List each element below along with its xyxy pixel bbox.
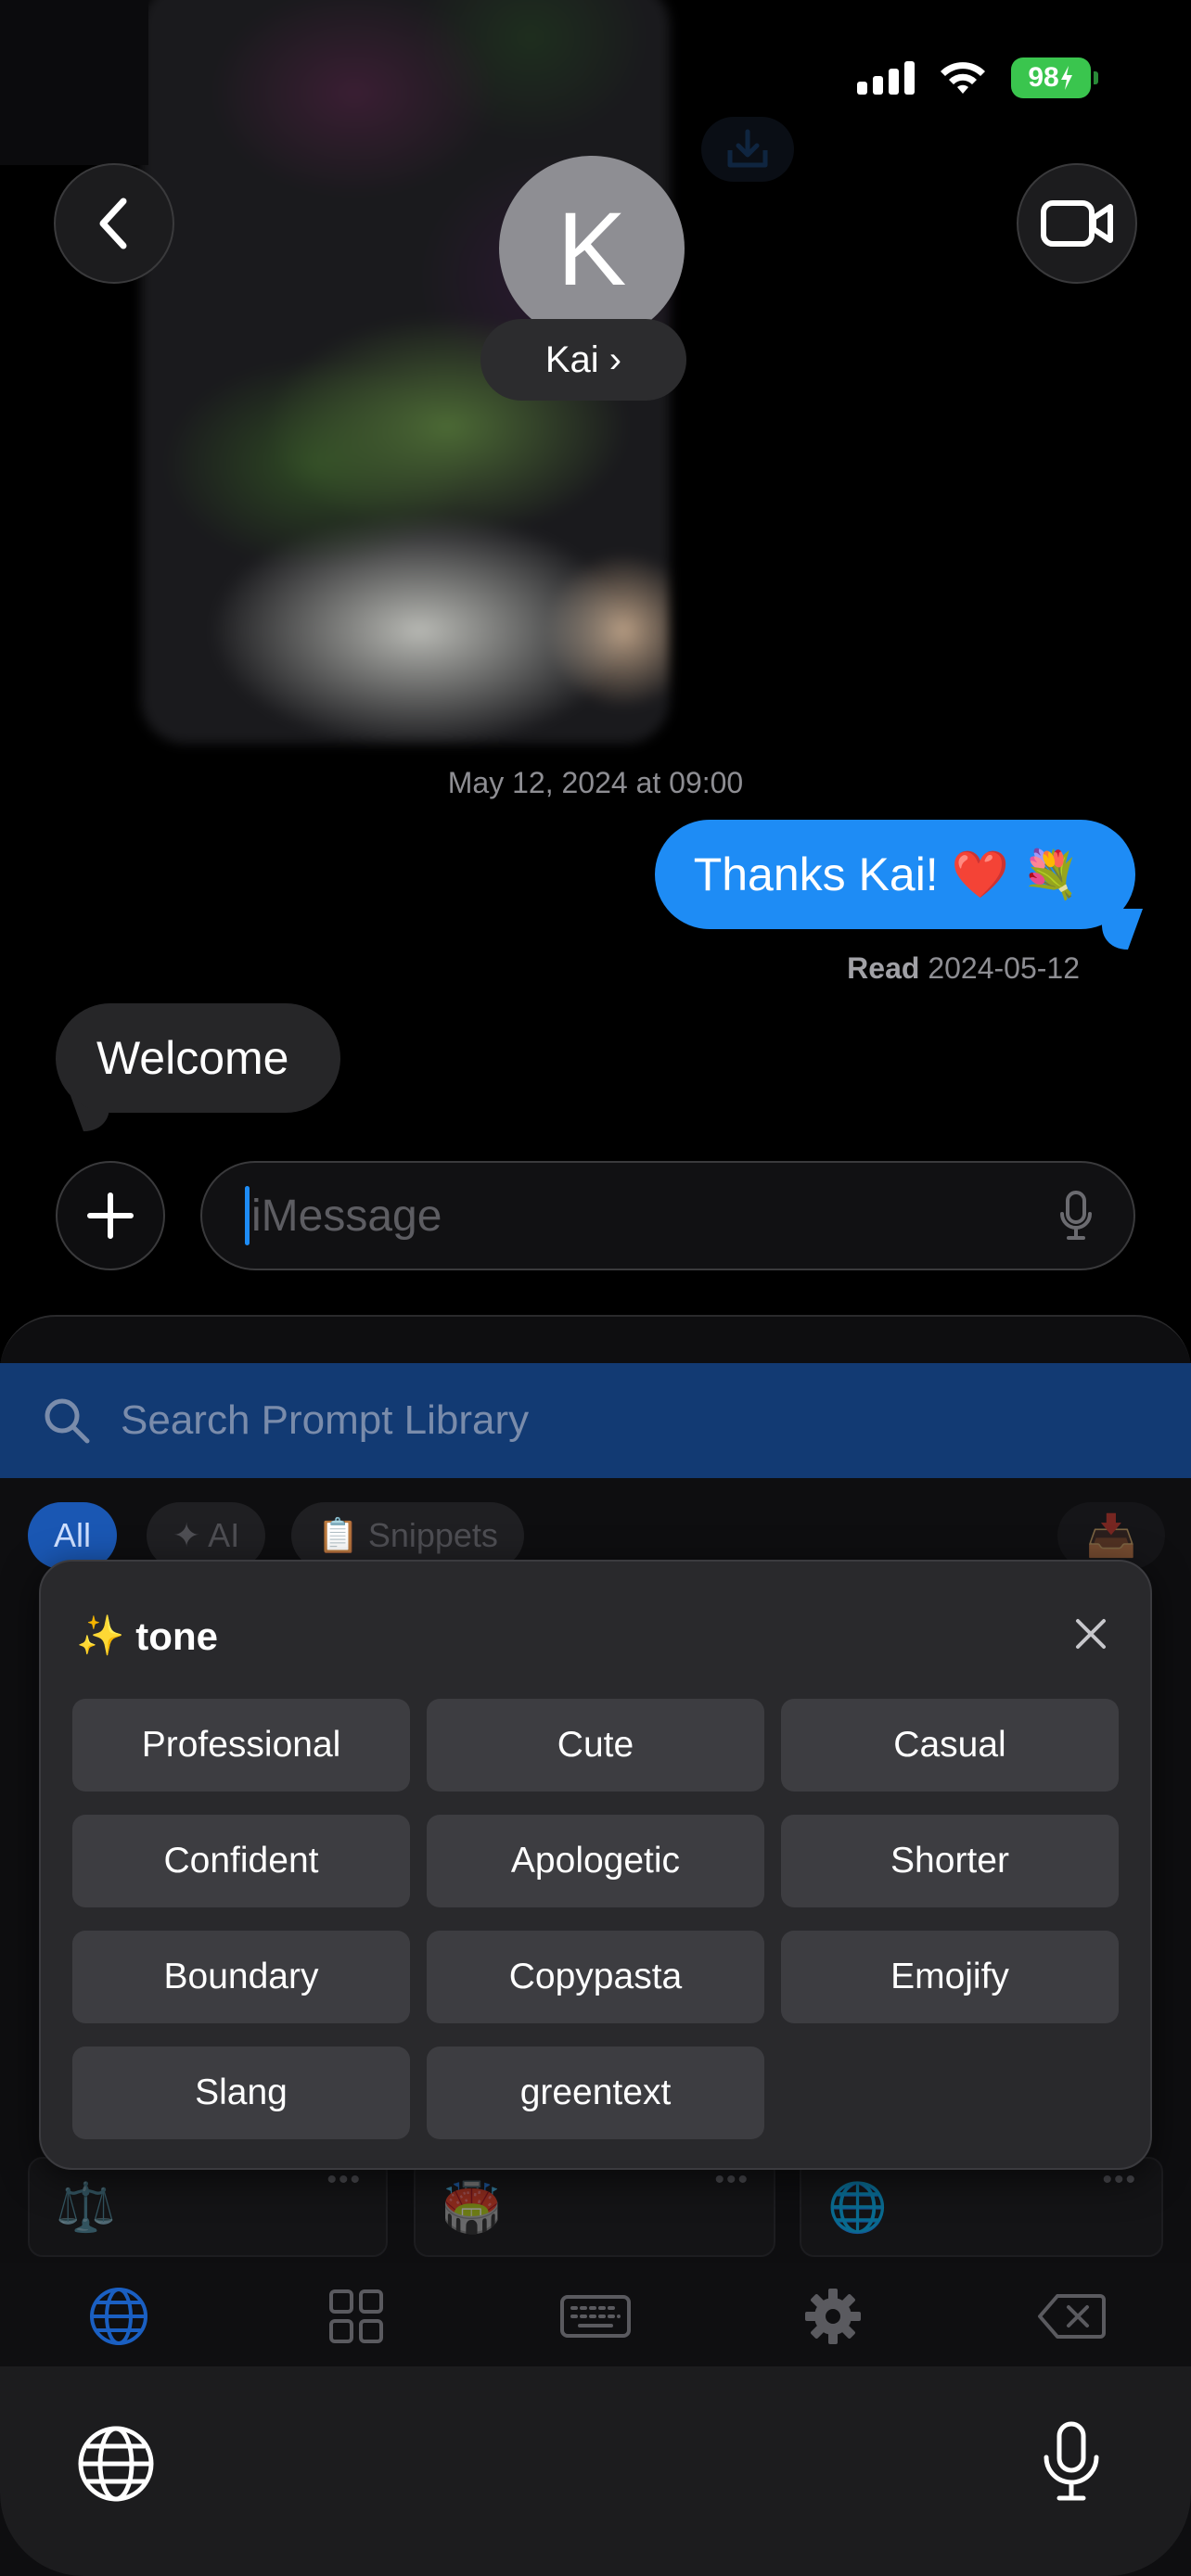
system-keyboard-footer xyxy=(0,2366,1191,2576)
tone-option-boundary[interactable]: Boundary xyxy=(72,1931,410,2023)
battery-indicator: 98 xyxy=(1011,57,1098,98)
back-button[interactable] xyxy=(54,163,174,284)
tone-popup-title: ✨ tone xyxy=(76,1613,218,1659)
globe-icon xyxy=(90,2288,147,2345)
prompt-library-search[interactable]: Search Prompt Library xyxy=(0,1363,1191,1478)
prompt-card-emoji: ⚖️ xyxy=(56,2181,116,2235)
tone-option-professional[interactable]: Professional xyxy=(72,1699,410,1792)
text-cursor xyxy=(245,1186,250,1245)
tone-popup: ✨ tone Professional Cute Casual Confiden… xyxy=(39,1560,1152,2170)
toolbar-settings-button[interactable] xyxy=(801,2289,864,2344)
search-icon xyxy=(45,1398,90,1444)
outgoing-message-bubble[interactable]: Thanks Kai! ❤️ 💐 xyxy=(654,820,1135,929)
incoming-message-text: Welcome xyxy=(96,1032,289,1084)
microphone-icon xyxy=(1044,2421,1099,2501)
corner-overlay xyxy=(0,0,148,165)
prompt-card[interactable]: ⚖️ ••• xyxy=(28,2157,388,2257)
gear-icon xyxy=(805,2289,861,2344)
tone-popup-title-text: tone xyxy=(135,1613,218,1658)
tone-options-grid: Professional Cute Casual Confident Apolo… xyxy=(72,1699,1122,2139)
status-bar: 98 xyxy=(857,57,1098,98)
close-icon xyxy=(1076,1619,1106,1649)
outgoing-message-text: Thanks Kai! ❤️ 💐 xyxy=(693,848,1080,900)
toolbar-keyboard-button[interactable] xyxy=(558,2289,633,2344)
switch-keyboard-button[interactable] xyxy=(76,2424,156,2508)
keyboard-toolbar xyxy=(0,2263,1191,2366)
read-label: Read xyxy=(847,951,920,985)
contact-name-button[interactable]: Kai › xyxy=(480,319,686,401)
keyboard-icon xyxy=(560,2295,631,2338)
tone-option-emojify[interactable]: Emojify xyxy=(781,1931,1119,2023)
tone-option-confident[interactable]: Confident xyxy=(72,1815,410,1907)
tone-option-slang[interactable]: Slang xyxy=(72,2047,410,2139)
read-date: 2024-05-12 xyxy=(928,951,1080,985)
apps-plus-button[interactable] xyxy=(56,1161,165,1270)
save-attachment-button[interactable] xyxy=(701,117,794,182)
prompt-card[interactable]: 🏟️ ••• xyxy=(414,2157,775,2257)
tone-option-cute[interactable]: Cute xyxy=(427,1699,764,1792)
wifi-icon xyxy=(941,62,985,94)
prompt-card[interactable]: 🌐 ••• xyxy=(800,2157,1163,2257)
facetime-video-button[interactable] xyxy=(1017,163,1137,284)
contact-avatar[interactable]: K xyxy=(499,156,685,341)
prompt-card-emoji: 🏟️ xyxy=(442,2181,502,2235)
download-tray-icon xyxy=(727,129,768,168)
message-input-placeholder: iMessage xyxy=(251,1191,442,1241)
globe-icon xyxy=(78,2426,154,2502)
toolbar-delete-button[interactable] xyxy=(1037,2289,1106,2344)
tone-option-greentext[interactable]: greentext xyxy=(427,2047,764,2139)
tone-close-button[interactable] xyxy=(1065,1608,1117,1660)
toolbar-grid-button[interactable] xyxy=(325,2289,388,2344)
prompt-card-emoji: 🌐 xyxy=(827,2181,888,2235)
inbox-icon: 📥 xyxy=(1085,1513,1137,1559)
toolbar-globe-button[interactable] xyxy=(87,2288,150,2345)
message-timestamp: May 12, 2024 at 09:00 xyxy=(447,766,744,799)
cellular-signal-icon xyxy=(857,61,915,95)
tone-option-apologetic[interactable]: Apologetic xyxy=(427,1815,764,1907)
chevron-left-icon xyxy=(99,198,127,249)
sparkles-icon: ✨ xyxy=(76,1613,125,1657)
charging-bolt-icon xyxy=(1060,66,1072,90)
read-receipt: Read 2024-05-12 xyxy=(847,951,1080,986)
tone-option-casual[interactable]: Casual xyxy=(781,1699,1119,1792)
incoming-message-bubble[interactable]: Welcome xyxy=(56,1003,341,1113)
search-placeholder: Search Prompt Library xyxy=(121,1397,530,1443)
grid-icon xyxy=(329,2289,383,2343)
battery-level: 98 xyxy=(1028,62,1059,93)
video-camera-icon xyxy=(1041,200,1113,247)
tone-option-shorter[interactable]: Shorter xyxy=(781,1815,1119,1907)
plus-icon xyxy=(87,1192,134,1239)
tone-option-copypasta[interactable]: Copypasta xyxy=(427,1931,764,2023)
message-input-field[interactable]: iMessage xyxy=(200,1161,1135,1270)
dictation-mic-icon[interactable] xyxy=(1059,1190,1093,1242)
dictation-button[interactable] xyxy=(1039,2420,1104,2508)
delete-backspace-icon xyxy=(1038,2294,1106,2339)
